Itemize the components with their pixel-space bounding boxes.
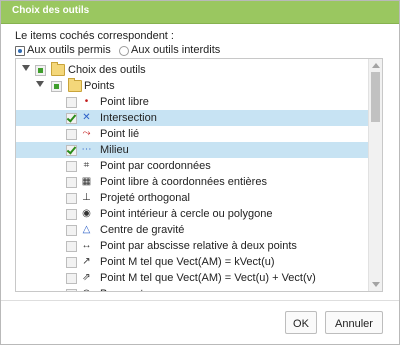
- group-checkbox[interactable]: [51, 81, 62, 92]
- tool-checkbox[interactable]: [66, 97, 77, 108]
- grid-point-icon: ▦: [81, 176, 92, 187]
- tool-label: Point par abscisse relative à deux point…: [100, 240, 297, 252]
- tree-item[interactable]: ⊙ Barycentre: [16, 286, 368, 291]
- tool-checkbox[interactable]: [66, 113, 77, 124]
- tree-item[interactable]: ✕ Intersection: [16, 110, 368, 126]
- scroll-down-icon[interactable]: [372, 282, 380, 287]
- tool-label: Point libre à coordonnées entières: [100, 176, 267, 188]
- ok-button[interactable]: OK: [285, 311, 317, 334]
- scroll-up-icon[interactable]: [372, 63, 380, 68]
- tree-root-row[interactable]: Choix des outils: [16, 62, 368, 78]
- tool-checkbox[interactable]: [66, 273, 77, 284]
- tree-item[interactable]: △ Centre de gravité: [16, 222, 368, 238]
- tool-checkbox[interactable]: [66, 193, 77, 204]
- vector-point-icon: ↗: [82, 256, 91, 267]
- footer-divider: [1, 300, 399, 301]
- tree-group-label: Points: [84, 80, 115, 92]
- tool-checkbox[interactable]: [66, 209, 77, 220]
- tool-label: Point M tel que Vect(AM) = kVect(u): [100, 256, 275, 268]
- tool-label: Point par coordonnées: [100, 160, 211, 172]
- linked-point-icon: ⤳: [82, 128, 91, 139]
- tree-item[interactable]: ↗ Point M tel que Vect(AM) = kVect(u): [16, 254, 368, 270]
- tool-label: Centre de gravité: [100, 224, 185, 236]
- tool-checkbox[interactable]: [66, 177, 77, 188]
- tree-group-points[interactable]: Points: [16, 78, 368, 94]
- centroid-icon: △: [82, 224, 91, 235]
- dialog-titlebar[interactable]: Choix des outils: [1, 1, 399, 24]
- tool-label: Milieu: [100, 144, 129, 156]
- intersection-icon: ✕: [82, 112, 91, 123]
- point-dot-icon: •: [84, 96, 89, 107]
- tree-item[interactable]: ⊥ Projeté orthogonal: [16, 190, 368, 206]
- barycenter-icon: ⊙: [80, 287, 93, 291]
- radio-unchecked-icon: [119, 46, 129, 56]
- tool-label: Point M tel que Vect(AM) = Vect(u) + Vec…: [100, 272, 316, 284]
- tree-item[interactable]: ⇗ Point M tel que Vect(AM) = Vect(u) + Ve…: [16, 270, 368, 286]
- tool-label: Point libre: [100, 96, 149, 108]
- tool-checkbox[interactable]: [66, 257, 77, 268]
- expand-arrow-icon[interactable]: [22, 65, 30, 71]
- relative-abscissa-icon: ↔: [81, 240, 92, 251]
- tree-item[interactable]: ⌗ Point par coordonnées: [16, 158, 368, 174]
- tool-checkbox[interactable]: [66, 145, 77, 156]
- dialog-title: Choix des outils: [12, 5, 90, 16]
- forbidden-tools-label: Aux outils interdits: [131, 44, 221, 56]
- coordinates-point-icon: ⌗: [83, 160, 90, 171]
- expand-arrow-icon[interactable]: [36, 81, 44, 87]
- tree-item[interactable]: ↔ Point par abscisse relative à deux poin…: [16, 238, 368, 254]
- root-checkbox[interactable]: [35, 65, 46, 76]
- tree-item[interactable]: • Point libre: [16, 94, 368, 110]
- folder-icon: [68, 78, 82, 92]
- tool-choice-dialog: Choix des outils Le items cochés corresp…: [0, 0, 400, 345]
- tool-checkbox[interactable]: [66, 161, 77, 172]
- tool-label: Point lié: [100, 128, 140, 140]
- tool-checkbox[interactable]: [66, 289, 77, 291]
- tree-item[interactable]: ⤳ Point lié: [16, 126, 368, 142]
- tool-checkbox[interactable]: [66, 241, 77, 252]
- scroll-thumb[interactable]: [371, 72, 380, 122]
- allowed-tools-label: Aux outils permis: [27, 44, 111, 56]
- tools-tree: Choix des outils Points • Point libre ✕ Int…: [15, 58, 383, 292]
- tool-label: Projeté orthogonal: [100, 192, 190, 204]
- orthogonal-projection-icon: ⊥: [82, 192, 91, 203]
- tree-root-label: Choix des outils: [68, 64, 146, 76]
- radio-checked-icon: [15, 46, 25, 56]
- tool-label: Point intérieur à cercle ou polygone: [100, 208, 273, 220]
- tree-item[interactable]: ⋯ Milieu: [16, 142, 368, 158]
- tool-label: Intersection: [100, 112, 157, 124]
- selection-caption: Le items cochés correspondent :: [15, 30, 174, 42]
- midpoint-icon: ⋯: [81, 144, 92, 155]
- tool-label: Barycentre: [100, 288, 153, 291]
- tool-checkbox[interactable]: [66, 225, 77, 236]
- tool-checkbox[interactable]: [66, 129, 77, 140]
- cancel-button[interactable]: Annuler: [325, 311, 383, 334]
- tree-item[interactable]: ◉ Point intérieur à cercle ou polygone: [16, 206, 368, 222]
- vector-sum-point-icon: ⇗: [82, 272, 91, 283]
- folder-icon: [51, 62, 65, 76]
- tree-scrollbar[interactable]: [368, 59, 382, 291]
- tree-item[interactable]: ▦ Point libre à coordonnées entières: [16, 174, 368, 190]
- interior-point-icon: ◉: [82, 208, 91, 219]
